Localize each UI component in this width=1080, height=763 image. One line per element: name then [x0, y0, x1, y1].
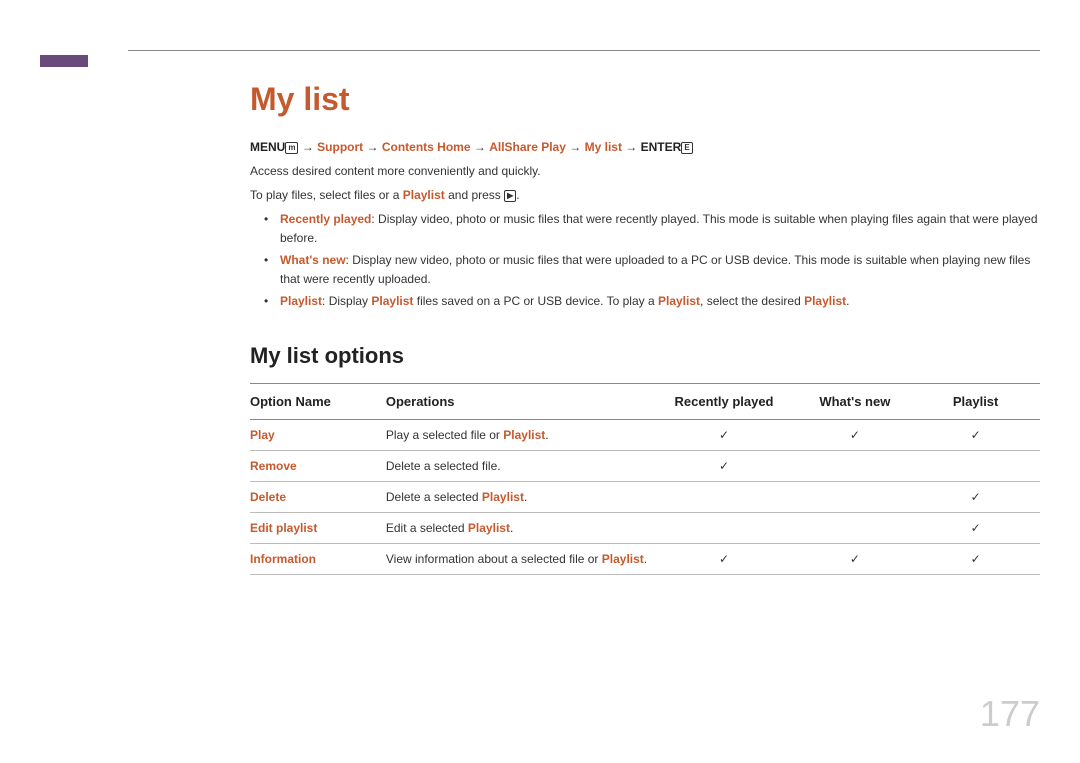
- option-operation: View information about a selected file o…: [386, 543, 658, 574]
- table-body: Play Play a selected file or Playlist. ✓…: [250, 419, 1040, 574]
- check-icon: ✓: [798, 543, 919, 574]
- section-heading: My list options: [250, 343, 1040, 369]
- op-text: .: [510, 521, 513, 535]
- list-item-text: files saved on a PC or USB device. To pl…: [413, 294, 658, 308]
- arrow-icon: →: [474, 140, 486, 154]
- op-text: Delete a selected: [386, 490, 482, 504]
- main-content: My list MENUm → Support → Contents Home …: [250, 81, 1040, 575]
- playlist-term: Playlist: [468, 521, 510, 535]
- intro-text-fragment: To play files, select files or a: [250, 188, 403, 202]
- check-icon: ✓: [658, 419, 799, 450]
- arrow-icon: →: [569, 140, 581, 154]
- recently-played-term: Recently played: [280, 212, 371, 226]
- check-icon: ✓: [658, 543, 799, 574]
- check-icon: ✓: [919, 543, 1040, 574]
- top-divider: [128, 50, 1040, 51]
- op-text: .: [524, 490, 527, 504]
- col-playlist: Playlist: [919, 383, 1040, 419]
- option-operation: Edit a selected Playlist.: [386, 512, 658, 543]
- intro-text-fragment: .: [516, 188, 519, 202]
- op-text: Edit a selected: [386, 521, 468, 535]
- check-icon: [798, 512, 919, 543]
- op-text: .: [545, 428, 548, 442]
- option-name: Remove: [250, 450, 386, 481]
- breadcrumb-allshare-play: AllShare Play: [489, 140, 566, 154]
- option-operation: Delete a selected file.: [386, 450, 658, 481]
- intro-text-2: To play files, select files or a Playlis…: [250, 186, 1040, 204]
- breadcrumb-enter: ENTER: [641, 140, 682, 154]
- option-name: Information: [250, 543, 386, 574]
- table-row: Delete Delete a selected Playlist. ✓: [250, 481, 1040, 512]
- playlist-term: Playlist: [503, 428, 545, 442]
- breadcrumb-menu: MENU: [250, 140, 285, 154]
- page-number: 177: [980, 693, 1040, 735]
- option-name: Edit playlist: [250, 512, 386, 543]
- playlist-term: Playlist: [658, 294, 700, 308]
- intro-text-1: Access desired content more conveniently…: [250, 162, 1040, 180]
- op-text: Play a selected file or: [386, 428, 503, 442]
- col-operations: Operations: [386, 383, 658, 419]
- op-text: .: [644, 552, 647, 566]
- list-item: Recently played: Display video, photo or…: [280, 210, 1040, 247]
- check-icon: [798, 481, 919, 512]
- arrow-icon: →: [302, 140, 314, 154]
- intro-text-fragment: and press: [445, 188, 504, 202]
- breadcrumb-contents-home: Contents Home: [382, 140, 471, 154]
- check-icon: ✓: [919, 481, 1040, 512]
- playlist-term: Playlist: [804, 294, 846, 308]
- table-row: Information View information about a sel…: [250, 543, 1040, 574]
- breadcrumb-my-list: My list: [585, 140, 622, 154]
- playlist-term: Playlist: [280, 294, 322, 308]
- check-icon: [658, 512, 799, 543]
- option-operation: Delete a selected Playlist.: [386, 481, 658, 512]
- list-item-text: : Display: [322, 294, 371, 308]
- enter-icon: E: [681, 142, 692, 154]
- table-row: Edit playlist Edit a selected Playlist. …: [250, 512, 1040, 543]
- op-text: View information about a selected file o…: [386, 552, 602, 566]
- list-item-text: : Display new video, photo or music file…: [280, 253, 1030, 286]
- list-item: What's new: Display new video, photo or …: [280, 251, 1040, 288]
- arrow-icon: →: [367, 140, 379, 154]
- op-text: Delete a selected file.: [386, 459, 501, 473]
- col-whats-new: What's new: [798, 383, 919, 419]
- option-name: Delete: [250, 481, 386, 512]
- bullet-list: Recently played: Display video, photo or…: [280, 210, 1040, 311]
- whats-new-term: What's new: [280, 253, 346, 267]
- breadcrumb-support: Support: [317, 140, 363, 154]
- chapter-tab: [40, 55, 88, 67]
- menu-icon: m: [285, 142, 298, 154]
- list-item-text: , select the desired: [700, 294, 804, 308]
- list-item-text: : Display video, photo or music files th…: [280, 212, 1038, 245]
- options-table: Option Name Operations Recently played W…: [250, 383, 1040, 575]
- check-icon: ✓: [919, 512, 1040, 543]
- check-icon: ✓: [658, 450, 799, 481]
- table-header-row: Option Name Operations Recently played W…: [250, 383, 1040, 419]
- breadcrumb: MENUm → Support → Contents Home → AllSha…: [250, 140, 1040, 154]
- arrow-icon: →: [625, 140, 637, 154]
- play-icon: ▶: [504, 190, 516, 202]
- playlist-term: Playlist: [371, 294, 413, 308]
- check-icon: [798, 450, 919, 481]
- list-item-text: .: [846, 294, 849, 308]
- check-icon: ✓: [919, 419, 1040, 450]
- check-icon: [919, 450, 1040, 481]
- list-item: Playlist: Display Playlist files saved o…: [280, 292, 1040, 311]
- playlist-term: Playlist: [602, 552, 644, 566]
- playlist-term: Playlist: [403, 188, 445, 202]
- table-row: Play Play a selected file or Playlist. ✓…: [250, 419, 1040, 450]
- col-recently-played: Recently played: [658, 383, 799, 419]
- option-operation: Play a selected file or Playlist.: [386, 419, 658, 450]
- check-icon: ✓: [798, 419, 919, 450]
- option-name: Play: [250, 419, 386, 450]
- table-row: Remove Delete a selected file. ✓: [250, 450, 1040, 481]
- playlist-term: Playlist: [482, 490, 524, 504]
- check-icon: [658, 481, 799, 512]
- col-option-name: Option Name: [250, 383, 386, 419]
- page-title: My list: [250, 81, 1040, 118]
